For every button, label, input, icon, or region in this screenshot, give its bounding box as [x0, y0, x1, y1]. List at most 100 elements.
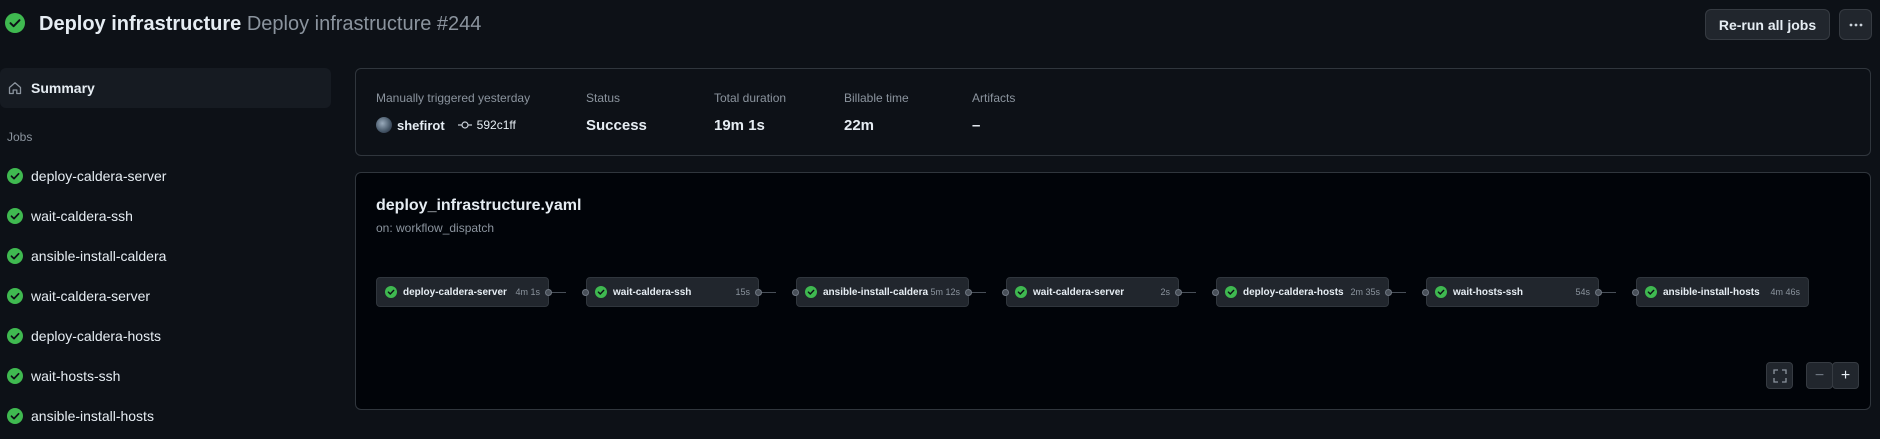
sidebar-job-item[interactable]: ansible-install-caldera	[0, 241, 331, 271]
job-node-duration: 4m 1s	[515, 287, 540, 297]
graph-job-node[interactable]: wait-hosts-ssh 54s	[1426, 277, 1599, 307]
artifacts-value: –	[972, 117, 981, 134]
job-node-duration: 15s	[735, 287, 750, 297]
sidebar-job-label: wait-caldera-ssh	[31, 208, 133, 224]
billable-info: Billable time 22m	[844, 91, 909, 134]
sidebar-job-item[interactable]: ansible-install-hosts	[0, 401, 331, 431]
job-node-name: deploy-caldera-server	[403, 286, 507, 298]
sidebar-job-label: wait-caldera-server	[31, 288, 151, 304]
job-node-name: ansible-install-caldera	[823, 286, 929, 298]
check-circle-fill-icon	[595, 286, 607, 298]
actor-link[interactable]: shefirot	[397, 118, 445, 133]
run-summary-card: Manually triggered yesterday shefirot 59…	[355, 68, 1871, 156]
check-circle-fill-icon	[1015, 286, 1027, 298]
check-circle-fill-icon	[7, 248, 23, 264]
more-options-button[interactable]	[1839, 9, 1872, 40]
status-info: Status Success	[586, 91, 647, 134]
workflow-file-name: deploy_infrastructure.yaml	[376, 197, 582, 214]
check-circle-fill-icon	[1435, 286, 1447, 298]
job-node-duration: 4m 46s	[1770, 287, 1800, 297]
duration-value: 19m 1s	[714, 117, 765, 134]
job-node-name: wait-caldera-ssh	[613, 286, 692, 298]
sidebar-job-item[interactable]: wait-caldera-server	[0, 281, 331, 311]
kebab-horizontal-icon	[1849, 23, 1862, 26]
job-node-name: ansible-install-hosts	[1663, 286, 1760, 298]
node-output-dot	[545, 289, 552, 296]
run-header: Deploy infrastructure Deploy infrastruct…	[0, 0, 1880, 48]
job-node-duration: 2s	[1160, 287, 1170, 297]
avatar[interactable]	[376, 117, 392, 133]
check-circle-fill-icon	[7, 168, 23, 184]
graph-job-node[interactable]: ansible-install-caldera 5m 12s	[796, 277, 969, 307]
workflow-graph: deploy_infrastructure.yaml on: workflow_…	[355, 172, 1871, 410]
job-node-duration: 2m 35s	[1350, 287, 1380, 297]
status-value: Success	[586, 117, 647, 134]
status-label: Status	[586, 91, 621, 105]
graph-job-node[interactable]: deploy-caldera-server 4m 1s	[376, 277, 549, 307]
sidebar-item-summary[interactable]: Summary	[0, 68, 331, 108]
graph-job-node[interactable]: wait-caldera-server 2s	[1006, 277, 1179, 307]
billable-value[interactable]: 22m	[844, 117, 909, 134]
workflow-trigger: on: workflow_dispatch	[376, 221, 495, 235]
node-output-dot	[1595, 289, 1602, 296]
node-input-dot	[1212, 289, 1219, 296]
graph-job-node[interactable]: ansible-install-hosts 4m 46s	[1636, 277, 1809, 307]
sidebar-job-label: ansible-install-caldera	[31, 248, 167, 264]
sidebar-job-item[interactable]: wait-hosts-ssh	[0, 361, 331, 391]
trigger-info: Manually triggered yesterday shefirot 59…	[376, 91, 530, 133]
node-output-dot	[965, 289, 972, 296]
zoom-in-button[interactable]: +	[1832, 362, 1859, 389]
job-node-duration: 54s	[1575, 287, 1590, 297]
sidebar-job-label: deploy-caldera-server	[31, 168, 167, 184]
node-output-dot	[755, 289, 762, 296]
node-output-dot	[1175, 289, 1182, 296]
workflow-run-page: Deploy infrastructure Deploy infrastruct…	[0, 0, 1880, 439]
artifacts-info: Artifacts –	[972, 91, 1015, 134]
node-input-dot	[1422, 289, 1429, 296]
sidebar-job-item[interactable]: deploy-caldera-server	[0, 161, 331, 191]
rerun-all-jobs-button[interactable]: Re-run all jobs	[1705, 9, 1830, 40]
check-circle-fill-icon	[7, 408, 23, 424]
sidebar-job-item[interactable]: wait-caldera-ssh	[0, 201, 331, 231]
check-circle-fill-icon	[385, 286, 397, 298]
commit-sha: 592c1ff	[476, 118, 516, 132]
home-icon	[8, 82, 22, 95]
node-input-dot	[582, 289, 589, 296]
check-circle-fill-icon	[7, 368, 23, 384]
duration-info: Total duration 19m 1s	[714, 91, 786, 134]
commit-link[interactable]: 592c1ff	[457, 118, 516, 132]
billable-label: Billable time	[844, 91, 909, 105]
workflow-name[interactable]: Deploy infrastructure	[39, 13, 241, 35]
screen-full-icon	[1772, 368, 1787, 383]
check-circle-fill-icon	[1225, 286, 1237, 298]
check-circle-fill-icon	[7, 328, 23, 344]
duration-label: Total duration	[714, 91, 787, 105]
job-node-name: wait-hosts-ssh	[1453, 286, 1524, 298]
page-title: Deploy infrastructure Deploy infrastruct…	[39, 10, 481, 38]
artifacts-label: Artifacts	[972, 91, 1016, 105]
git-commit-icon	[457, 121, 472, 129]
graph-job-node[interactable]: deploy-caldera-hosts 2m 35s	[1216, 277, 1389, 307]
node-output-dot	[1385, 289, 1392, 296]
trigger-label: Manually triggered yesterday	[376, 91, 531, 105]
node-input-dot	[1002, 289, 1009, 296]
sidebar-job-label: ansible-install-hosts	[31, 408, 154, 424]
check-circle-fill-icon	[1645, 286, 1657, 298]
sidebar-job-item[interactable]: deploy-caldera-hosts	[0, 321, 331, 351]
fullscreen-button[interactable]	[1766, 362, 1793, 389]
zoom-out-button[interactable]: −	[1806, 362, 1833, 389]
job-node-duration: 5m 12s	[930, 287, 960, 297]
job-node-name: wait-caldera-server	[1033, 286, 1125, 298]
check-circle-fill-icon	[7, 288, 23, 304]
graph-job-node[interactable]: wait-caldera-ssh 15s	[586, 277, 759, 307]
check-circle-fill-icon	[805, 286, 817, 298]
sidebar-job-label: deploy-caldera-hosts	[31, 328, 161, 344]
node-input-dot	[792, 289, 799, 296]
jobs-heading: Jobs	[7, 130, 33, 144]
check-circle-fill-icon	[5, 13, 25, 33]
job-node-name: deploy-caldera-hosts	[1243, 286, 1344, 298]
check-circle-fill-icon	[7, 208, 23, 224]
run-title: Deploy infrastructure #244	[246, 13, 482, 35]
sidebar-item-label: Summary	[31, 80, 95, 96]
sidebar-job-label: wait-hosts-ssh	[31, 368, 121, 384]
